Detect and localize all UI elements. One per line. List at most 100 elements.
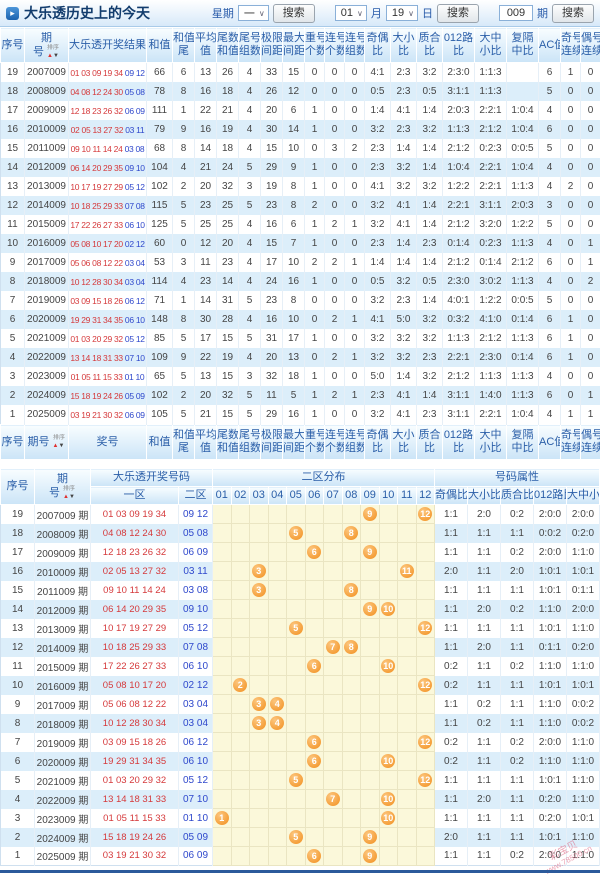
back-number-ball: 12 <box>418 773 432 787</box>
stat-cell: 125 <box>147 215 173 234</box>
column-header[interactable]: 期号排序▲▼ <box>25 28 69 63</box>
stat-cell: 1 <box>345 215 365 234</box>
front-numbers: 03 09 15 18 26 <box>70 296 123 306</box>
stat-cell: 115 <box>147 196 173 215</box>
period-cell: 2024009 期 <box>35 828 91 847</box>
stat-cell: 0 <box>325 272 345 291</box>
front-numbers: 10 17 19 27 29 <box>70 182 123 192</box>
ratio-cell: 2:0:0 <box>534 733 567 752</box>
stat-cell: 9 <box>173 120 195 139</box>
table-row: 172009009 期12 18 23 26 3206 09691:11:10:… <box>1 543 600 562</box>
month-select[interactable]: 01∨ <box>335 5 367 21</box>
seq-cell: 10 <box>1 234 25 253</box>
sort-icon[interactable]: 排序▲▼ <box>62 486 76 500</box>
stat-cell: 3 <box>239 367 261 386</box>
ratio-cell: 0:2 <box>468 714 501 733</box>
front-numbers: 01 03 09 19 34 <box>70 68 123 78</box>
dist-cell <box>398 714 417 733</box>
week-select[interactable]: 一∨ <box>238 5 269 21</box>
seq-cell: 3 <box>1 809 35 828</box>
week-search-button[interactable]: 搜索 <box>273 4 315 23</box>
column-header: 11 <box>398 487 417 505</box>
stat-cell: 2 <box>561 177 581 196</box>
stat-cell: 23 <box>261 196 283 215</box>
ratio-cell: 1:1:0 <box>567 828 600 847</box>
stat-cell: 3:2 <box>365 196 391 215</box>
column-header: 12 <box>416 487 435 505</box>
issue-input[interactable] <box>499 5 533 21</box>
dist-cell <box>398 771 417 790</box>
dist-cell <box>213 581 232 600</box>
stat-cell: 0 <box>561 215 581 234</box>
stat-cell: 2:3 <box>417 405 443 425</box>
seq-cell: 1 <box>1 847 35 866</box>
seq-cell: 16 <box>1 120 25 139</box>
stat-cell: 21 <box>195 158 217 177</box>
ratio-cell: 1:1 <box>435 771 468 790</box>
zone1-numbers: 15 18 19 24 26 <box>91 828 179 847</box>
stat-cell: 1 <box>305 101 325 120</box>
stat-cell: 3:2 <box>417 367 443 386</box>
seq-cell: 19 <box>1 505 35 524</box>
distribution-table: 序号期号排序▲▼大乐透开奖号码二区分布号码属性一区二区0102030405060… <box>0 468 600 866</box>
stat-cell: 2:3 <box>365 234 391 253</box>
date-search-button[interactable]: 搜索 <box>437 4 479 23</box>
day-select[interactable]: 19∨ <box>386 5 418 21</box>
ratio-cell: 0:0:2 <box>567 714 600 733</box>
result-cell: 06 14 20 29 35 09 10 <box>69 158 147 177</box>
t1-header-row: 序号期号排序▲▼大乐透开奖结果和值和值尾平均值尾数和值尾号组数极限间距最大间距重… <box>1 28 600 63</box>
stat-cell: 2:3 <box>391 82 417 101</box>
dist-cell <box>287 809 306 828</box>
group-header[interactable]: 期号排序▲▼ <box>35 469 91 505</box>
column-header: 连号个数 <box>325 425 345 460</box>
dist-cell <box>398 695 417 714</box>
ratio-cell: 0:2:0 <box>534 809 567 828</box>
dist-cell: 12 <box>416 676 435 695</box>
stat-cell: 3:2 <box>391 348 417 367</box>
column-header: 012路比 <box>443 425 475 460</box>
period-cell: 2014009 <box>25 196 69 215</box>
dist-cell: 7 <box>324 638 343 657</box>
column-header: 大中小比 <box>475 425 507 460</box>
ratio-cell: 1:0:1 <box>567 562 600 581</box>
issue-search-button[interactable]: 搜索 <box>552 4 594 23</box>
stat-cell: 0 <box>345 196 365 215</box>
ratio-cell: 1:1:0 <box>567 543 600 562</box>
stat-cell: 0 <box>325 405 345 425</box>
stat-cell: 1:0:4 <box>507 120 539 139</box>
stat-cell: 2:0:3 <box>507 196 539 215</box>
dist-cell <box>324 733 343 752</box>
dist-cell <box>342 771 361 790</box>
dist-cell <box>213 524 232 543</box>
sort-icon[interactable]: 排序▲▼ <box>52 435 66 449</box>
back-number-ball: 7 <box>326 792 340 806</box>
stat-cell: 21 <box>217 101 239 120</box>
stat-cell: 1:4 <box>391 367 417 386</box>
table-row: 162010009 期02 05 13 27 3203 113112:01:12… <box>1 562 600 581</box>
stat-cell: 23 <box>217 253 239 272</box>
period-cell: 2025009 期 <box>35 847 91 866</box>
period-cell: 2007009 <box>25 63 69 83</box>
stat-cell: 1 <box>345 348 365 367</box>
dist-cell: 10 <box>379 809 398 828</box>
column-header: 复隔中比 <box>507 28 539 63</box>
dist-cell: 6 <box>305 752 324 771</box>
dist-cell <box>268 524 287 543</box>
stat-cell: 0:5 <box>365 82 391 101</box>
sort-icon[interactable]: 排序▲▼ <box>46 45 60 59</box>
column-header: 奇偶比 <box>365 425 391 460</box>
ratio-cell: 0:2 <box>501 733 534 752</box>
dist-cell <box>287 790 306 809</box>
dist-cell <box>268 619 287 638</box>
stat-cell: 15 <box>261 139 283 158</box>
stat-cell: 0 <box>305 63 325 83</box>
stat-cell: 5 <box>539 139 561 158</box>
stat-cell: 13 <box>195 63 217 83</box>
column-header[interactable]: 期号排序▲▼ <box>25 425 69 460</box>
table-row: 6202000919 29 31 34 35 06 10148830284161… <box>1 310 600 329</box>
stat-cell: 6 <box>283 215 305 234</box>
dist-cell <box>231 581 250 600</box>
dist-cell <box>287 657 306 676</box>
stat-cell: 5 <box>239 291 261 310</box>
ratio-cell: 2:0:0 <box>534 505 567 524</box>
